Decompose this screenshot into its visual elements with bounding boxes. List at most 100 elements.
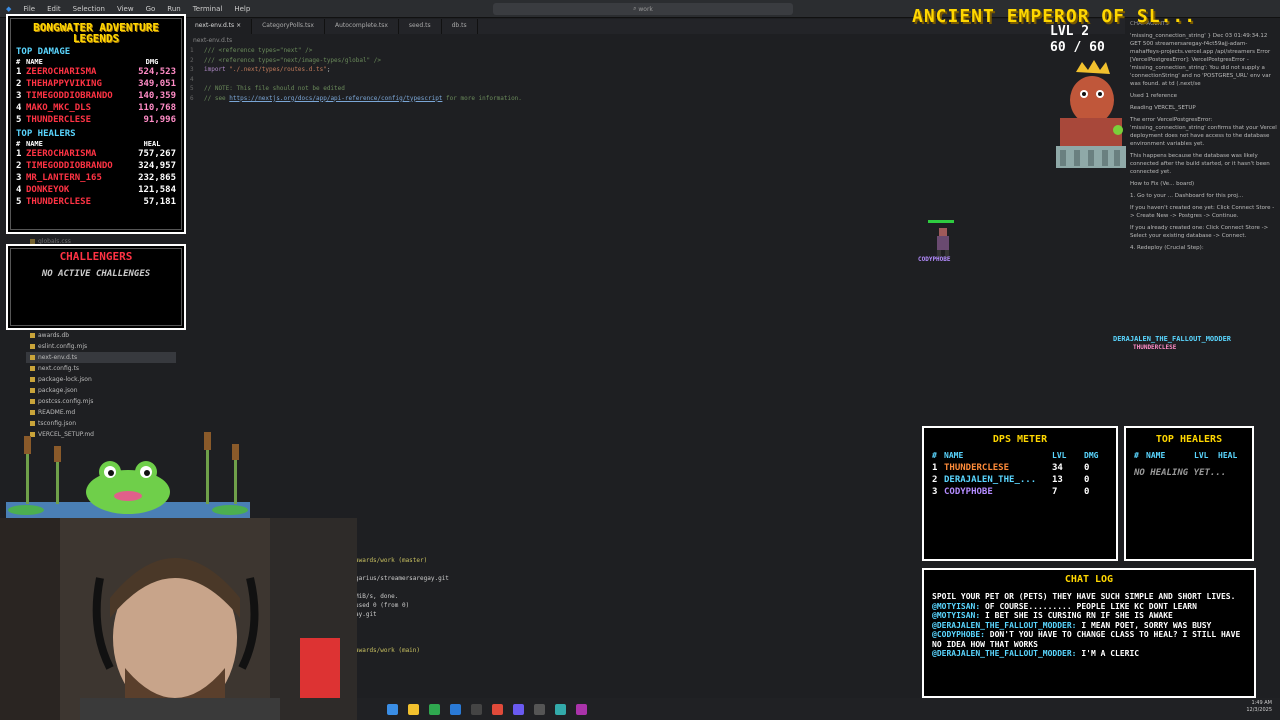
- menu-view[interactable]: View: [111, 5, 140, 13]
- terminal-icon[interactable]: [471, 703, 482, 715]
- browser-icon[interactable]: [429, 703, 440, 715]
- breadcrumb[interactable]: next-env.d.ts: [193, 37, 232, 44]
- menu-selection[interactable]: Selection: [67, 5, 111, 13]
- dps-lvl: 7: [1052, 487, 1058, 497]
- leaderboard-n: 1: [16, 67, 22, 77]
- dps-name: DERAJALEN_THE_...: [944, 475, 1037, 485]
- start-icon[interactable]: [387, 703, 398, 715]
- file-item[interactable]: tsconfig.json: [26, 418, 176, 429]
- menu-go[interactable]: Go: [140, 5, 162, 13]
- tab-db[interactable]: db.ts: [442, 19, 478, 34]
- tab-seed[interactable]: seed.ts: [399, 19, 442, 34]
- vscode-icon[interactable]: [450, 703, 461, 715]
- leaderboard-v: 140,359: [138, 91, 176, 101]
- line-number: 5: [190, 85, 194, 92]
- app-icon[interactable]: [555, 703, 566, 715]
- terminal-panel[interactable]: awards/work (master) garius/streamersareg…: [355, 556, 915, 655]
- code-line: 3 import "./.next/types/routes.d.ts";: [190, 65, 522, 75]
- frog-pond-graphic: [6, 432, 250, 520]
- leaderboard-n: 3: [16, 91, 22, 101]
- file-item[interactable]: package.json: [26, 385, 176, 396]
- player2-name-label: DERAJALEN_THE_FALLOUT_MODDER: [1113, 335, 1232, 343]
- code-token: import: [204, 66, 230, 73]
- code-line: 2 /// <reference types="next/image-types/…: [190, 56, 522, 66]
- system-clock[interactable]: 1:49 AM 12/3/2025: [1246, 700, 1272, 714]
- file-item[interactable]: postcss.config.mjs: [26, 396, 176, 407]
- line-number: 6: [190, 94, 194, 102]
- player-name-label: CODYPHOBE: [918, 256, 951, 263]
- dps-row: 1 THUNDERCLESE 34 0: [924, 462, 1116, 474]
- terminal-line: awards/work (main): [355, 647, 421, 654]
- chat-log-panel: CHAT LOG SPOIL YOUR PET OR (PETS) THEY H…: [922, 568, 1256, 698]
- copilot-paragraph: This happens because the database was li…: [1130, 153, 1270, 175]
- terminal-line: ay.git: [355, 611, 377, 618]
- leaderboard-name: TIMEGODDIOBRANDO: [26, 161, 113, 171]
- chat-text: I'M A CLERIC: [1076, 649, 1140, 658]
- tab-next-env[interactable]: next-env.d.ts ×: [185, 19, 253, 34]
- code-editor[interactable]: 1 /// <reference types="next" /> 2 /// <ref…: [190, 46, 522, 103]
- leaderboard-n: 2: [16, 79, 22, 89]
- dps-dmg: 0: [1084, 475, 1090, 485]
- file-item[interactable]: next.config.ts: [26, 363, 176, 374]
- copilot-paragraph: Used 1 reference: [1130, 93, 1178, 99]
- leaderboard-name: TIMEGODDIOBRANDO: [26, 91, 113, 101]
- close-icon[interactable]: ×: [236, 22, 241, 29]
- dps-lvl: 34: [1052, 463, 1063, 473]
- dps-meter-panel: DPS METER # NAME LVL DMG 1 THUNDERCLESE 34 0 2 D…: [922, 426, 1118, 561]
- challengers-panel: CHALLENGERS NO ACTIVE CHALLENGES: [6, 244, 186, 330]
- file-item[interactable]: README.md: [26, 407, 176, 418]
- top-healers-heading: TOP HEALERS: [16, 129, 76, 139]
- leaderboard-n: 2: [16, 161, 22, 171]
- leaderboard-row: 2 TIMEGODDIOBRANDO 324,957: [8, 160, 184, 172]
- chat-username: @MOTYISAN:: [932, 611, 981, 620]
- code-token: /// <reference types="next" />: [204, 47, 313, 54]
- menu-edit[interactable]: Edit: [41, 5, 67, 13]
- file-explorer: globals.css awards.db eslint.config.mjs …: [26, 238, 176, 440]
- menu-run[interactable]: Run: [161, 5, 186, 13]
- leaderboard-v: 232,865: [138, 173, 176, 183]
- line-number: 1: [190, 47, 194, 54]
- menu-file[interactable]: File: [17, 5, 41, 13]
- obs-icon[interactable]: [534, 703, 545, 715]
- dps-row: 3 CODYPHOBE 7 0: [924, 486, 1116, 498]
- copilot-paragraph: 1. Go to your ... Dashboard for this pro…: [1130, 193, 1244, 199]
- menu-terminal[interactable]: Terminal: [187, 5, 229, 13]
- file-item[interactable]: package-lock.json: [26, 374, 176, 385]
- discord-icon[interactable]: [513, 703, 524, 715]
- terminal-line: garius/streamersaregay.git: [355, 575, 449, 582]
- app-icon[interactable]: [576, 703, 587, 715]
- leaderboard-row: 3 MR_LANTERN_165 232,865: [8, 172, 184, 184]
- healers-header: # NAME LVL HEAL: [1134, 451, 1238, 460]
- terminal-line: MiB/s, done.: [355, 593, 399, 600]
- leaderboard-row: 1 ZEEROCHARISMA 757,267: [8, 148, 184, 160]
- leaderboard-row: 4 MAKO_MKC_DLS 110,768: [8, 102, 184, 114]
- code-line: 6 // see https://nextjs.org/docs/app/api-…: [190, 94, 522, 104]
- tab-autocomplete[interactable]: Autocomplete.tsx: [325, 19, 399, 34]
- player3-name-label: THUNDERCLESE: [1133, 344, 1177, 351]
- copilot-paragraph: 'missing_connection_string' } Dec 03 01:…: [1130, 33, 1271, 87]
- menu-help[interactable]: Help: [228, 5, 256, 13]
- dps-n: 1: [932, 463, 938, 473]
- explorer-icon[interactable]: [408, 703, 419, 715]
- copilot-paragraph: The error VercelPostgresError: 'missing_…: [1130, 117, 1277, 147]
- code-token: // see: [204, 94, 230, 102]
- leaderboard-n: 5: [16, 115, 22, 125]
- file-item-selected[interactable]: next-env.d.ts: [26, 352, 176, 363]
- leaderboard-row: 5 THUNDERCLESE 57,181: [8, 196, 184, 208]
- heal-header: # NAME HEAL: [16, 140, 161, 148]
- clock-date: 12/3/2025: [1246, 707, 1272, 713]
- tab-category-polls[interactable]: CategoryPolls.tsx: [252, 19, 325, 34]
- code-token[interactable]: https://nextjs.org/docs/app/api-referenc…: [229, 94, 442, 104]
- line-number: 3: [190, 66, 194, 73]
- chrome-icon[interactable]: [492, 703, 503, 715]
- command-search[interactable]: ⌕ work: [493, 3, 793, 15]
- copilot-paragraph: If you haven't created one yet: Click Co…: [1130, 205, 1275, 219]
- file-item[interactable]: eslint.config.mjs: [26, 341, 176, 352]
- leaderboard-n: 3: [16, 173, 22, 183]
- file-item[interactable]: awards.db: [26, 330, 176, 341]
- leaderboard-panel: BONGWATER ADVENTURE LEGENDS TOP DAMAGE #…: [6, 14, 186, 234]
- clock-time: 1:49 AM: [1251, 700, 1272, 706]
